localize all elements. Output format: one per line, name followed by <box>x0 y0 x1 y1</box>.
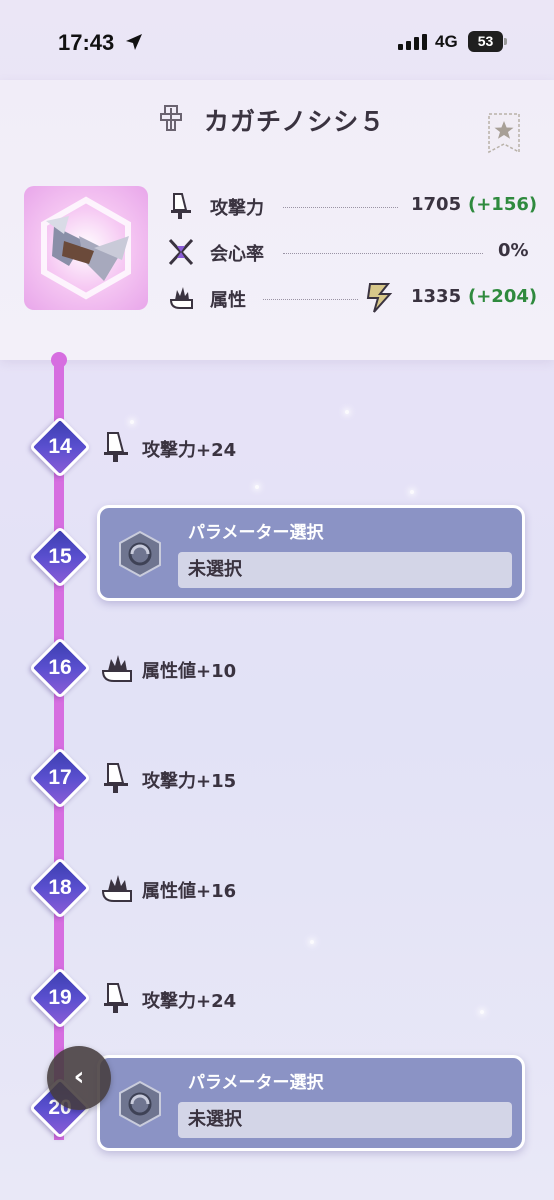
stat-attack: 攻撃力 1705 (+156) <box>168 186 537 232</box>
parameter-hex-icon <box>119 1080 161 1128</box>
parameter-value-field[interactable]: 未選択 <box>178 552 512 588</box>
level-node: 19 <box>28 966 92 1030</box>
level-node: 14 <box>28 415 92 479</box>
affinity-icon <box>168 238 194 266</box>
level-node: 17 <box>28 746 92 810</box>
stat-element: 属性 1335 (+204) <box>168 278 537 324</box>
weapon-name: カガチノシシ５ <box>204 107 386 136</box>
stat-label: 属性 <box>210 290 246 311</box>
battery-icon: 53 <box>468 31 508 52</box>
stat-bonus: (+156) <box>468 194 538 215</box>
weapon-type-icon <box>160 105 182 131</box>
attack-sword-icon <box>104 432 128 462</box>
level-node: 15 <box>28 525 92 589</box>
sparkle <box>130 420 134 424</box>
sparkle <box>345 410 349 414</box>
stat-bonus: (+204) <box>468 286 538 307</box>
element-fire-icon <box>169 287 193 309</box>
stat-value: 0% <box>498 240 529 261</box>
level-number: 18 <box>48 876 72 899</box>
weapon-header: カガチノシシ５ 攻撃力 1705 (+156) 会心率 0% 属性 1335 (… <box>0 80 554 360</box>
sparkle <box>255 485 259 489</box>
sparkle <box>480 1010 484 1014</box>
level-number: 17 <box>48 766 72 789</box>
element-fire-icon <box>101 875 132 902</box>
level-number: 16 <box>48 656 72 679</box>
element-fire-icon <box>101 655 132 682</box>
status-time: 17:43 <box>58 30 115 55</box>
status-bar: 17:43 4G 53 <box>0 0 554 80</box>
thunder-element-icon <box>366 283 393 313</box>
parameter-value-field[interactable]: 未選択 <box>178 1102 512 1138</box>
bonus-text: 攻撃力+15 <box>142 771 237 792</box>
card-title: パラメーター選択 <box>188 523 324 543</box>
level-node: 18 <box>28 856 92 920</box>
back-button[interactable]: ‹ <box>47 1046 111 1110</box>
location-arrow-icon <box>126 34 142 50</box>
stat-label: 攻撃力 <box>210 198 264 219</box>
cellular-signal-icon <box>398 34 427 50</box>
level-number: 14 <box>48 435 72 458</box>
parameter-select-card[interactable]: パラメーター選択 未選択 <box>97 1055 525 1151</box>
stats-panel: 攻撃力 1705 (+156) 会心率 0% 属性 1335 (+204) <box>168 186 537 324</box>
sparkle <box>410 490 414 494</box>
stat-value: 1705 <box>411 194 462 215</box>
parameter-select-card[interactable]: パラメーター選択 未選択 <box>97 505 525 601</box>
favorite-star-icon[interactable] <box>487 112 521 154</box>
sparkle <box>310 940 314 944</box>
stat-value: 1335 <box>411 286 462 307</box>
level-number: 15 <box>48 545 72 568</box>
title-row: カガチノシシ５ <box>0 98 554 154</box>
attack-sword-icon <box>104 983 128 1013</box>
level-node: 16 <box>28 636 92 700</box>
chevron-left-icon: ‹ <box>73 1062 85 1092</box>
battery-level: 53 <box>468 31 503 52</box>
bonus-text: 攻撃力+24 <box>142 440 237 461</box>
attack-sword-icon <box>171 193 191 219</box>
weapon-image <box>41 196 131 300</box>
card-title: パラメーター選択 <box>188 1073 324 1093</box>
weapon-thumbnail <box>24 186 148 310</box>
bonus-text: 属性値+16 <box>142 881 237 902</box>
dotted-leader <box>283 253 483 254</box>
dotted-leader <box>283 207 398 208</box>
stat-label: 会心率 <box>210 244 264 265</box>
attack-sword-icon <box>104 763 128 793</box>
level-number: 19 <box>48 986 72 1009</box>
stat-affinity: 会心率 0% <box>168 232 530 278</box>
bonus-text: 属性値+10 <box>142 661 237 682</box>
bonus-text: 攻撃力+24 <box>142 991 237 1012</box>
network-type: 4G <box>435 32 458 51</box>
dotted-leader <box>263 299 358 300</box>
parameter-hex-icon <box>119 530 161 578</box>
